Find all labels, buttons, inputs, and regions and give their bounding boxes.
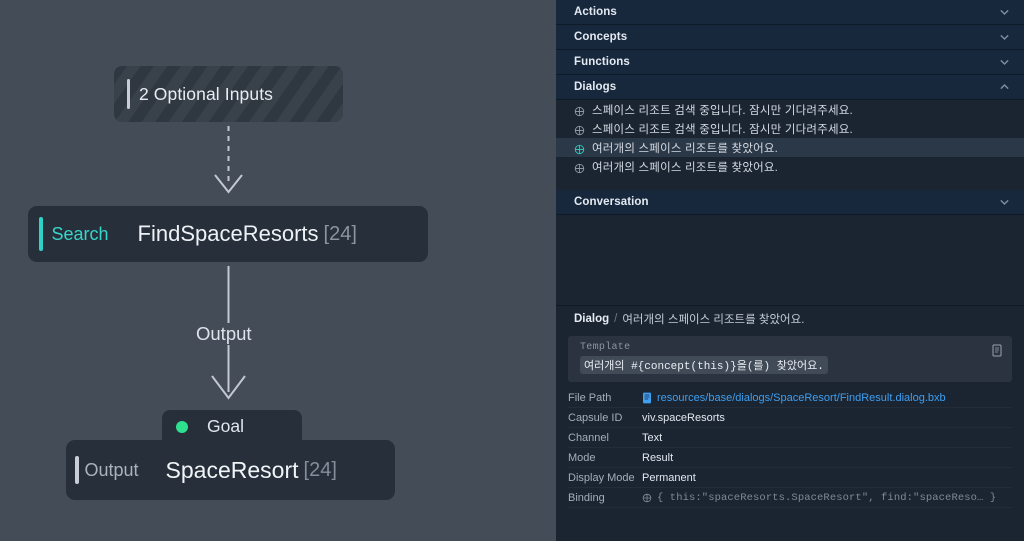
- section-title: Functions: [574, 56, 630, 68]
- breadcrumb: Dialog / 여러개의 스페이스 리조트를 찾았어요.: [556, 306, 1024, 332]
- template-box: Template 여러개의 #{concept(this)}을(를) 찾았어요.: [568, 336, 1012, 382]
- node-accent-bar: [39, 217, 43, 251]
- list-item-label: 여러개의 스페이스 리조트를 찾았어요.: [592, 142, 779, 155]
- table-row: Capsule ID viv.spaceResorts: [568, 408, 1012, 428]
- section-title: Conversation: [574, 196, 649, 208]
- chevron-down-icon[interactable]: [999, 7, 1010, 18]
- table-row: File Path resources/base/dialogs/SpaceRe…: [568, 388, 1012, 408]
- chevron-down-icon[interactable]: [999, 32, 1010, 43]
- section-header-conversation[interactable]: Conversation: [556, 190, 1024, 215]
- table-row: Display Mode Permanent: [568, 468, 1012, 488]
- list-item-selected[interactable]: 여러개의 스페이스 리조트를 찾았어요.: [556, 138, 1024, 157]
- globe-plus-icon: [642, 493, 652, 503]
- section-header-dialogs[interactable]: Dialogs: [556, 75, 1024, 100]
- table-row: Binding { this:"spaceResorts.SpaceResort…: [568, 488, 1012, 508]
- template-value[interactable]: 여러개의 #{concept(this)}을(를) 찾았어요.: [580, 356, 828, 374]
- globe-plus-icon: [574, 161, 585, 174]
- globe-plus-icon: [574, 104, 585, 117]
- property-key: Channel: [568, 431, 609, 444]
- panel-empty-space: [556, 215, 1024, 305]
- section-title: Dialogs: [574, 81, 617, 93]
- property-key: Binding: [568, 491, 605, 504]
- copy-document-icon[interactable]: [992, 344, 1003, 357]
- chevron-down-icon[interactable]: [999, 57, 1010, 68]
- breadcrumb-separator: /: [614, 313, 618, 325]
- edge-label-output: Output: [190, 323, 258, 345]
- bixby-capsule-graph-view: Output 2 Optional Inputs Search FindSpac…: [0, 0, 1024, 541]
- node-search-findspaceresorts[interactable]: Search FindSpaceResorts [24]: [28, 206, 428, 262]
- properties-table: File Path resources/base/dialogs/SpaceRe…: [568, 388, 1012, 508]
- list-item-label: 여러개의 스페이스 리조트를 찾았어요.: [592, 161, 779, 174]
- node-optional-inputs-label: 2 Optional Inputs: [139, 83, 274, 104]
- property-value-text: resources/base/dialogs/SpaceResort/FindR…: [657, 391, 946, 404]
- section-title: Concepts: [574, 31, 628, 43]
- property-value: Result: [642, 451, 674, 464]
- breadcrumb-root: Dialog: [574, 313, 610, 325]
- node-goal-tab-label: Goal: [207, 416, 244, 436]
- property-key: File Path: [568, 391, 612, 404]
- file-icon: [642, 392, 652, 404]
- node-goal-tab[interactable]: Goal: [162, 410, 302, 443]
- chevron-up-icon[interactable]: [999, 82, 1010, 93]
- property-key: Mode: [568, 451, 596, 464]
- property-key: Capsule ID: [568, 411, 623, 424]
- graph-canvas[interactable]: Output 2 Optional Inputs Search FindSpac…: [0, 0, 556, 541]
- breadcrumb-leaf: 여러개의 스페이스 리조트를 찾았어요.: [622, 314, 805, 326]
- node-optional-inputs[interactable]: 2 Optional Inputs: [114, 66, 343, 122]
- section-title: Actions: [574, 6, 617, 18]
- list-item[interactable]: 스페이스 리조트 검색 중입니다. 잠시만 기다려주세요.: [556, 100, 1024, 119]
- table-row: Mode Result: [568, 448, 1012, 468]
- property-value-text: { this:"spaceResorts.SpaceResort", find:…: [657, 491, 997, 504]
- inspector-panel: Actions Concepts Functions Dialogs 스페이스 …: [556, 0, 1024, 541]
- node-goal-body[interactable]: Output SpaceResort [24]: [66, 440, 395, 500]
- node-accent-bar: [127, 79, 130, 109]
- node-count-badge: [24]: [323, 222, 357, 245]
- section-header-functions[interactable]: Functions: [556, 50, 1024, 75]
- property-value[interactable]: resources/base/dialogs/SpaceResort/FindR…: [642, 392, 946, 404]
- table-row: Channel Text: [568, 428, 1012, 448]
- node-kind-label: Output: [84, 459, 139, 480]
- property-value: Text: [642, 431, 663, 444]
- template-caption: Template: [580, 342, 631, 353]
- list-item-label: 스페이스 리조트 검색 중입니다. 잠시만 기다려주세요.: [592, 104, 853, 117]
- goal-status-dot-icon: [176, 420, 188, 433]
- list-item[interactable]: 여러개의 스페이스 리조트를 찾았어요.: [556, 157, 1024, 176]
- property-key: Display Mode: [568, 471, 635, 484]
- section-header-actions[interactable]: Actions: [556, 0, 1024, 25]
- globe-plus-icon: [574, 123, 585, 136]
- node-name-label: FindSpaceResorts: [137, 221, 319, 246]
- property-value: Permanent: [642, 471, 696, 484]
- node-kind-label: Search: [51, 223, 109, 244]
- node-name-label: SpaceResort: [165, 456, 299, 483]
- property-value[interactable]: { this:"spaceResorts.SpaceResort", find:…: [642, 492, 996, 504]
- dialog-list[interactable]: 스페이스 리조트 검색 중입니다. 잠시만 기다려주세요. 스페이스 리조트 검…: [556, 100, 1024, 176]
- node-accent-bar: [75, 456, 79, 484]
- globe-plus-icon: [574, 142, 585, 155]
- section-header-concepts[interactable]: Concepts: [556, 25, 1024, 50]
- list-item[interactable]: 스페이스 리조트 검색 중입니다. 잠시만 기다려주세요.: [556, 119, 1024, 138]
- chevron-down-icon[interactable]: [999, 197, 1010, 208]
- property-value: viv.spaceResorts: [642, 411, 725, 424]
- list-item-label: 스페이스 리조트 검색 중입니다. 잠시만 기다려주세요.: [592, 123, 853, 136]
- node-count-badge: [24]: [303, 458, 337, 481]
- dialog-detail-pane: Dialog / 여러개의 스페이스 리조트를 찾았어요. Template 여…: [556, 305, 1024, 541]
